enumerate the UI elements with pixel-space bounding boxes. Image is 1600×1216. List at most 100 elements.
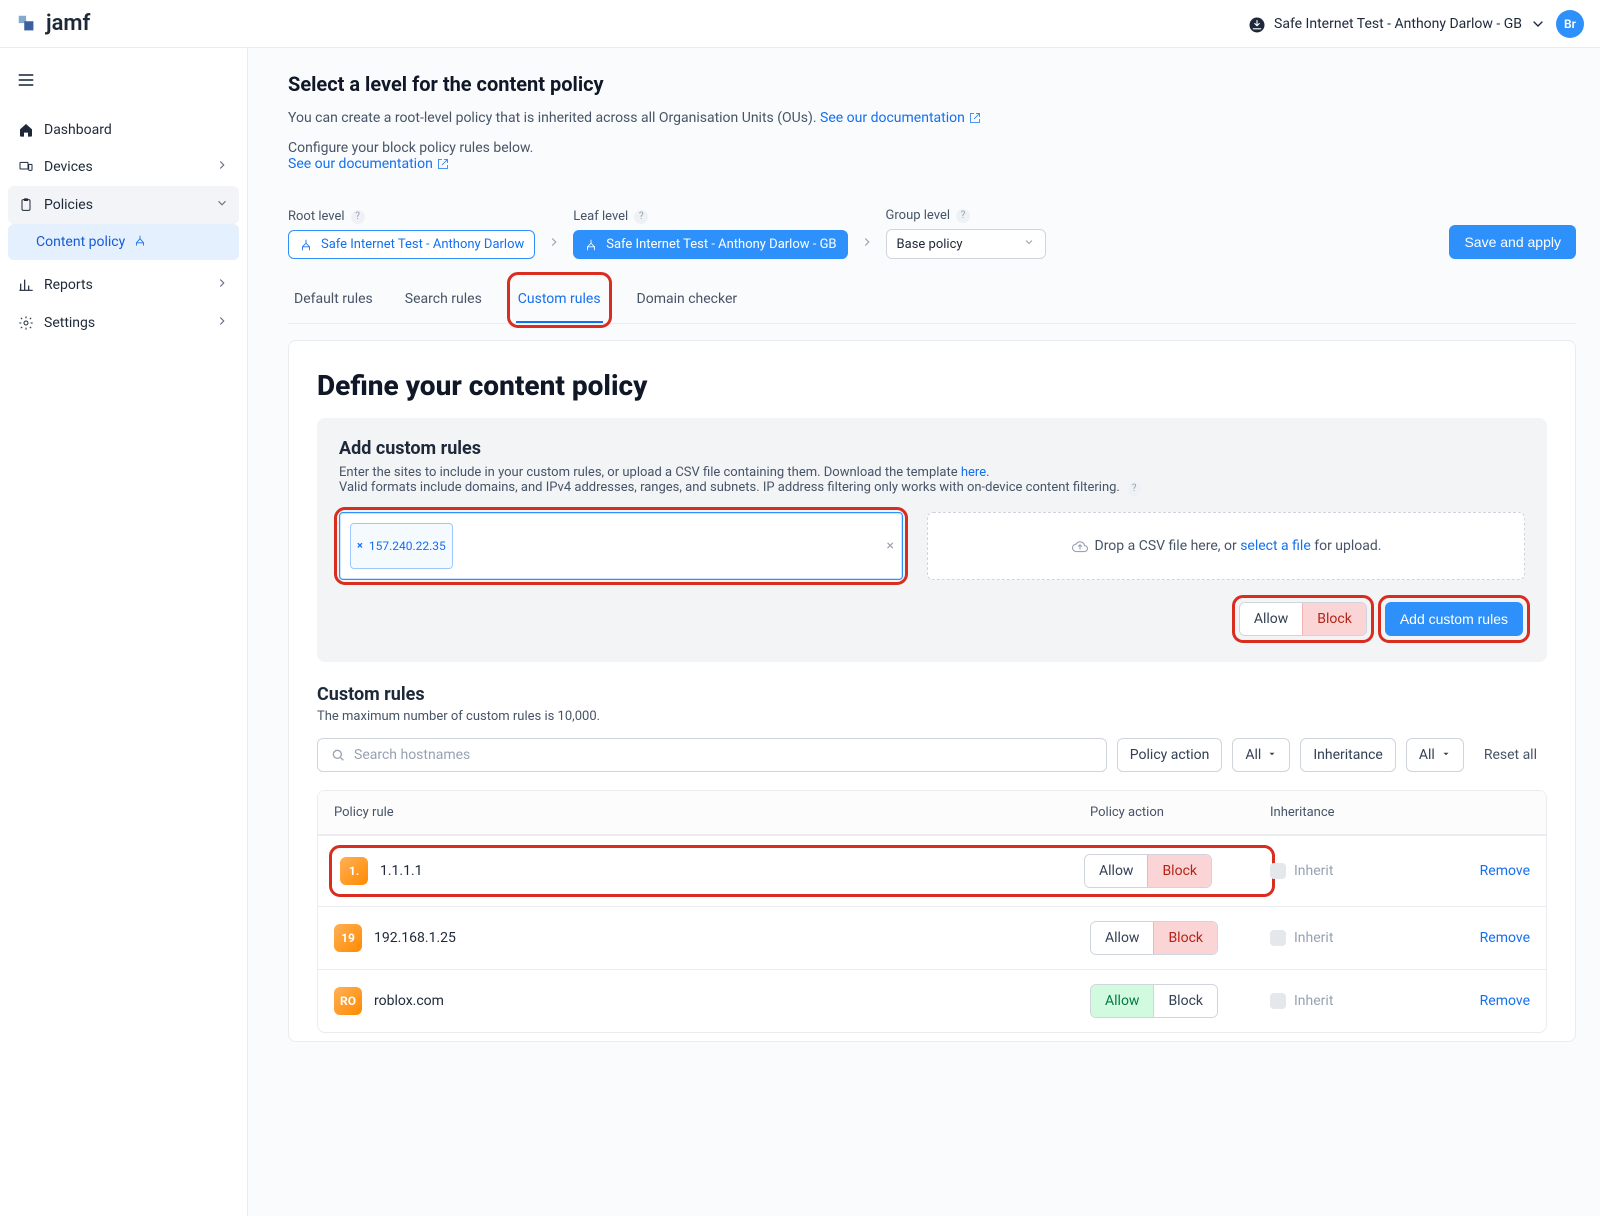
chart-icon [18, 277, 34, 293]
add-rules-title: Add custom rules [339, 438, 1525, 459]
row-block-option[interactable]: Block [1147, 855, 1211, 887]
row-remove-link[interactable]: Remove [1420, 930, 1530, 946]
sidebar-item-reports[interactable]: Reports [0, 266, 247, 304]
save-and-apply-button[interactable]: Save and apply [1449, 225, 1576, 259]
chevron-right-icon [215, 158, 229, 176]
table-row: 19 192.168.1.25 Allow Block Inherit Remo… [318, 906, 1546, 969]
help-icon[interactable]: ? [956, 209, 970, 223]
tree-icon [584, 238, 598, 252]
brand: jamf [16, 11, 90, 36]
row-remove-link[interactable]: Remove [1420, 863, 1530, 879]
search-icon [330, 747, 346, 763]
col-inheritance: Inheritance [1270, 805, 1420, 820]
root-level-chip[interactable]: Safe Internet Test - Anthony Darlow [288, 230, 535, 259]
add-rules-panel: Add custom rules Enter the sites to incl… [317, 418, 1547, 662]
row-inherit[interactable]: Inherit [1270, 993, 1420, 1009]
define-title: Define your content policy [317, 369, 1547, 402]
tab-checker[interactable]: Domain checker [635, 277, 740, 323]
row-inherit[interactable]: Inherit [1270, 930, 1420, 946]
allow-option[interactable]: Allow [1240, 603, 1302, 635]
sidebar-item-label: Dashboard [44, 122, 112, 138]
tab-default[interactable]: Default rules [292, 277, 375, 323]
doc-link-2[interactable]: See our documentation [288, 156, 449, 172]
configure-sub: Configure your block policy rules below.… [288, 140, 1576, 172]
sites-token-input[interactable]: × 157.240.22.35 × [339, 512, 903, 580]
help-icon[interactable]: ? [1127, 482, 1141, 496]
custom-rules-sub: The maximum number of custom rules is 10… [317, 709, 1547, 724]
custom-rules-title: Custom rules [317, 684, 425, 705]
row-block-option[interactable]: Block [1153, 985, 1217, 1017]
rule-badge: 19 [334, 924, 362, 952]
policy-action-filter[interactable]: All [1232, 738, 1290, 772]
add-custom-rules-highlight: Add custom rules [1383, 600, 1525, 638]
row-allow-block-toggle: Allow Block [1090, 984, 1218, 1018]
token-value: 157.240.22.35 [369, 539, 446, 553]
col-rule: Policy rule [334, 805, 1090, 820]
sidebar: Dashboard Devices Policies Content polic… [0, 48, 248, 1216]
sidebar-item-settings[interactable]: Settings [0, 304, 247, 342]
add-custom-rules-button[interactable]: Add custom rules [1385, 602, 1523, 636]
search-hostnames[interactable]: Search hostnames [317, 738, 1107, 772]
add-rules-sub-2: Valid formats include domains, and IPv4 … [339, 480, 1525, 496]
tab-custom[interactable]: Custom rules [516, 277, 603, 323]
add-rules-sub-1: Enter the sites to include in your custo… [339, 465, 1525, 480]
tree-icon [299, 238, 313, 252]
row-allow-option[interactable]: Allow [1091, 922, 1153, 954]
leaf-level-chip[interactable]: Safe Internet Test - Anthony Darlow - GB [573, 230, 847, 259]
csv-dropzone[interactable]: Drop a CSV file here, or select a file f… [927, 512, 1525, 580]
doc-link-1[interactable]: See our documentation [820, 110, 981, 126]
help-icon[interactable]: ? [634, 210, 648, 224]
row-allow-option[interactable]: Allow [1085, 855, 1147, 887]
download-icon[interactable] [1248, 16, 1264, 32]
inheritance-filter-label: Inheritance [1300, 738, 1396, 772]
sites-input-highlight: × 157.240.22.35 × [339, 512, 903, 580]
menu-toggle[interactable] [0, 60, 247, 104]
inheritance-filter[interactable]: All [1406, 738, 1464, 772]
block-option[interactable]: Block [1302, 603, 1366, 635]
row-inherit[interactable]: Inherit [1270, 863, 1420, 879]
table-header: Policy rule Policy action Inheritance [318, 791, 1546, 835]
chevron-right-icon [215, 314, 229, 332]
group-level-label: Group level? [886, 208, 1046, 223]
page-subtitle: You can create a root-level policy that … [288, 110, 1576, 126]
row-block-option[interactable]: Block [1153, 922, 1217, 954]
rule-badge: RO [334, 987, 362, 1015]
custom-rules-table: Policy rule Policy action Inheritance 1.… [317, 790, 1547, 1033]
main: Select a level for the content policy Yo… [248, 48, 1600, 1216]
sidebar-item-label: Devices [44, 159, 93, 175]
csv-select-file-link[interactable]: select a file [1240, 538, 1311, 554]
table-row: RO roblox.com Allow Block Inherit Remove [318, 969, 1546, 1032]
sidebar-item-dashboard[interactable]: Dashboard [0, 112, 247, 148]
logo-icon [16, 13, 38, 35]
external-link-icon [437, 158, 449, 170]
level-row: Root level? Safe Internet Test - Anthony… [288, 208, 1576, 259]
rule-host: 1.1.1.1 [380, 863, 423, 879]
group-level-select[interactable]: Base policy [886, 229, 1046, 259]
row-remove-link[interactable]: Remove [1420, 993, 1530, 1009]
sidebar-item-label: Policies [44, 197, 93, 213]
search-placeholder: Search hostnames [354, 747, 470, 763]
allow-block-toggle: Allow Block [1239, 602, 1367, 636]
root-level-label: Root level? [288, 209, 535, 224]
sidebar-item-policies[interactable]: Policies [8, 186, 239, 224]
remove-token-icon[interactable]: × [357, 539, 363, 552]
caret-down-icon [1441, 747, 1451, 763]
avatar-initials: Br [1564, 17, 1576, 31]
sidebar-subitem-content-policy[interactable]: Content policy [8, 224, 239, 260]
help-icon[interactable]: ? [351, 210, 365, 224]
org-switcher[interactable]: Safe Internet Test - Anthony Darlow - GB [1274, 16, 1546, 32]
home-icon [18, 122, 34, 138]
row-allow-block-toggle: Allow Block [1084, 854, 1212, 888]
policy-action-filter-label: Policy action [1117, 738, 1223, 772]
sidebar-item-devices[interactable]: Devices [0, 148, 247, 186]
tab-search[interactable]: Search rules [403, 277, 484, 323]
reset-all-button[interactable]: Reset all [1474, 739, 1547, 771]
sidebar-item-label: Settings [44, 315, 95, 331]
template-download-link[interactable]: here [961, 465, 986, 480]
row-allow-option[interactable]: Allow [1091, 985, 1153, 1017]
chevron-down-icon [1530, 16, 1546, 32]
leaf-level-label: Leaf level? [573, 209, 847, 224]
avatar[interactable]: Br [1556, 10, 1584, 38]
clear-all-tokens[interactable]: × [887, 538, 894, 554]
site-token[interactable]: × 157.240.22.35 [350, 523, 453, 569]
